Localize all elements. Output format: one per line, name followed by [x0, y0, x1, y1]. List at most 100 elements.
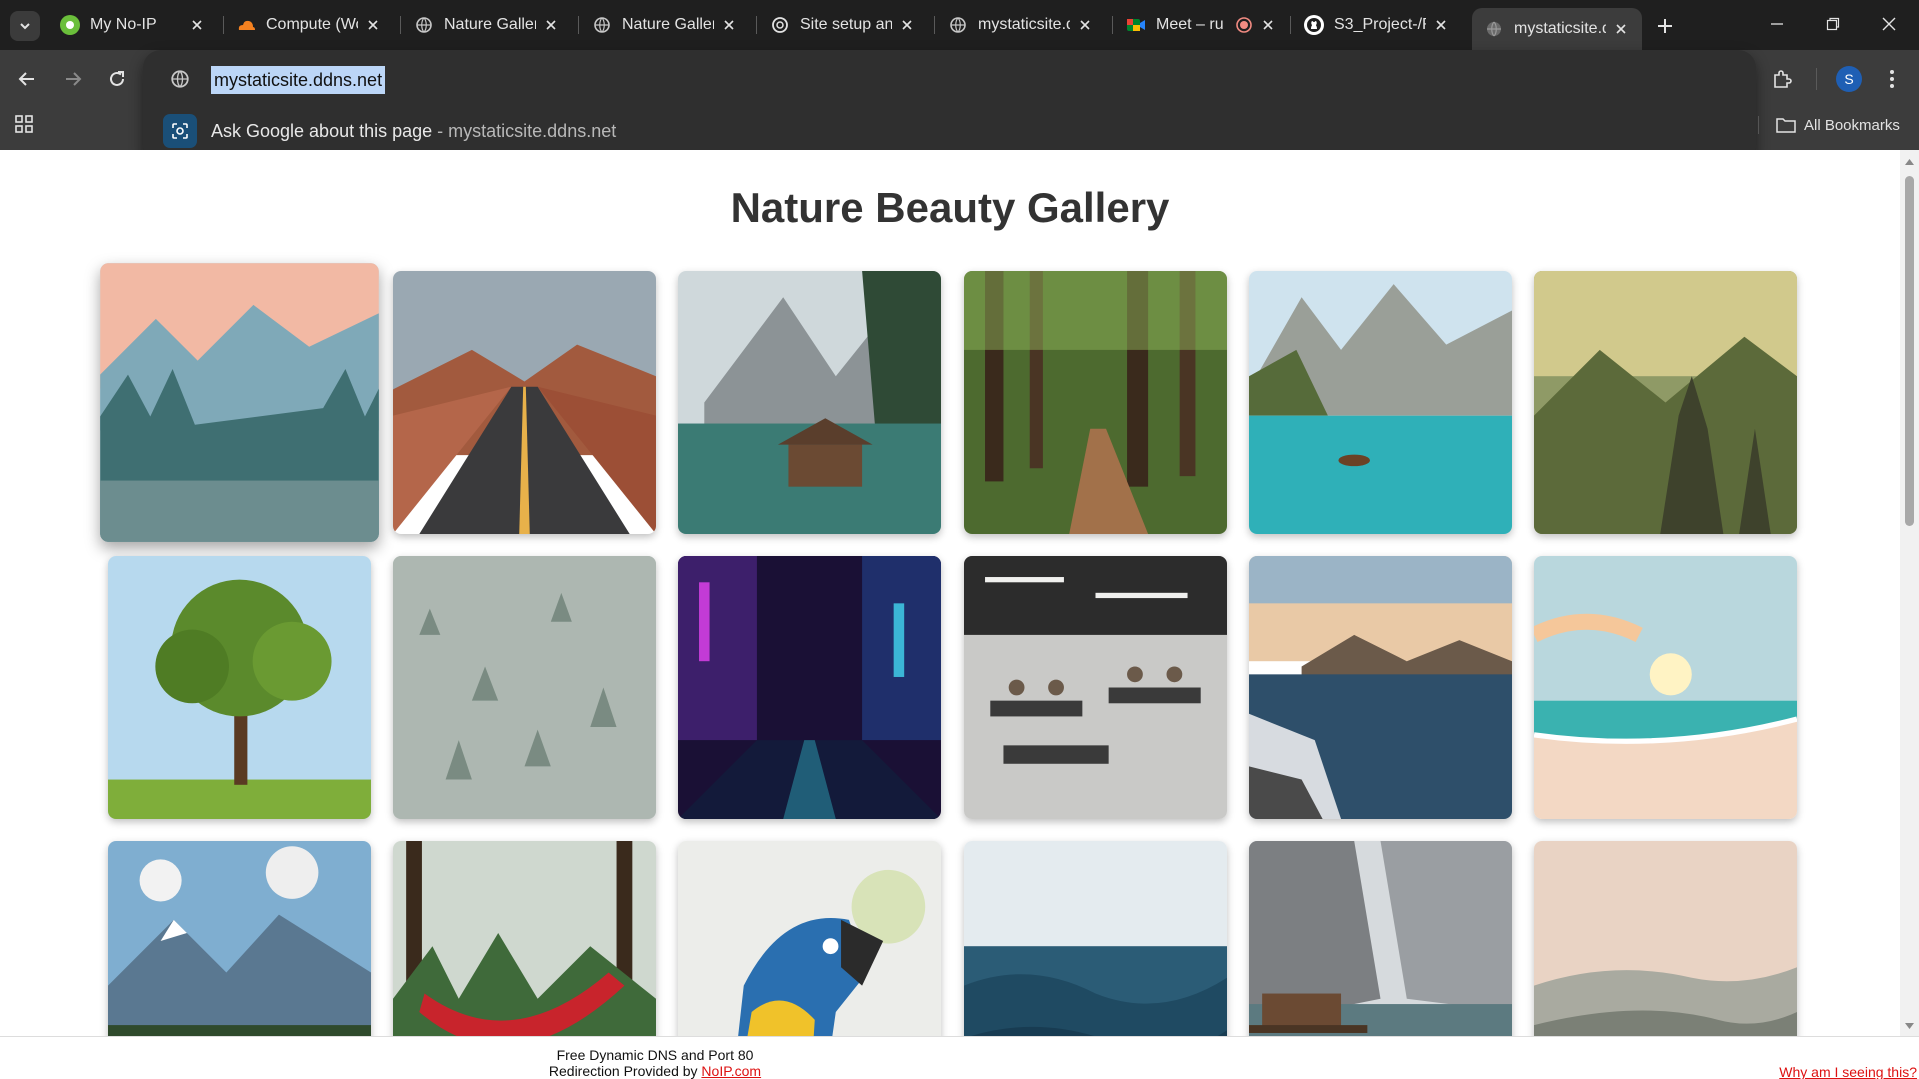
close-icon[interactable]	[188, 16, 206, 34]
beach-sunset-image	[1534, 556, 1797, 819]
desert-road-image	[393, 271, 656, 534]
site-info-icon[interactable]	[169, 68, 191, 90]
close-icon[interactable]	[542, 16, 560, 34]
gallery-image[interactable]	[108, 841, 371, 1036]
tab-compute[interactable]: Compute (Wo	[224, 8, 394, 42]
ocean-waves-image	[964, 841, 1227, 1036]
close-icon[interactable]	[1259, 16, 1277, 34]
macaw-parrot-image	[678, 841, 941, 1036]
banner-line-2: Redirection Provided by NoIP.com	[540, 1063, 770, 1079]
close-icon[interactable]	[720, 16, 738, 34]
tab-title: mystaticsite.d	[1514, 20, 1606, 37]
apps-button[interactable]	[10, 110, 38, 138]
suggestion-main: Ask Google about this page	[211, 120, 433, 141]
open-office-image	[964, 556, 1227, 819]
gallery-image[interactable]	[678, 556, 941, 819]
gallery-image[interactable]	[964, 556, 1227, 819]
gallery-image[interactable]	[393, 271, 656, 534]
suggestion-text: Ask Google about this page - mystaticsit…	[211, 121, 616, 142]
close-icon[interactable]	[1076, 16, 1094, 34]
banner-line-2-prefix: Redirection Provided by	[548, 1063, 702, 1079]
tab-site-setup[interactable]: Site setup an	[758, 8, 928, 42]
tab-my-noip[interactable]: My No-IP	[48, 8, 218, 42]
minimize-icon	[1771, 23, 1783, 25]
tab-title: Nature Galler	[444, 16, 536, 33]
omnibox-dropdown: mystaticsite.ddns.net Ask Google about t…	[143, 50, 1756, 166]
noip-redirect-banner: Free Dynamic DNS and Port 80 Redirection…	[0, 1036, 1919, 1079]
apps-grid-icon	[15, 115, 33, 133]
neon-city-street-image	[678, 556, 941, 819]
gallery-image[interactable]	[1534, 556, 1797, 819]
forward-button[interactable]	[56, 62, 90, 96]
tab-github[interactable]: S3_Project-/R	[1292, 8, 1462, 42]
gallery-image[interactable]	[964, 841, 1227, 1036]
gallery-image[interactable]	[1534, 841, 1797, 1036]
close-icon[interactable]	[1612, 20, 1630, 38]
why-seeing-this-link[interactable]: Why am I seeing this?	[1779, 1064, 1917, 1079]
cliff-lake-dock-image	[1249, 841, 1512, 1036]
gallery-image[interactable]	[1249, 271, 1512, 534]
lone-tree-image	[108, 556, 371, 819]
extensions-button[interactable]	[1765, 62, 1799, 96]
globe-icon	[592, 15, 612, 35]
tab-title: Meet – ru	[1156, 16, 1224, 33]
close-icon[interactable]	[364, 16, 382, 34]
hammock-forest-image	[393, 841, 656, 1036]
reload-icon	[110, 71, 124, 86]
gallery-image[interactable]	[393, 841, 656, 1036]
page-viewport: Nature Beauty Gallery	[0, 150, 1900, 1036]
gallery-image[interactable]	[678, 271, 941, 534]
tab-title: mystaticsite.d	[978, 16, 1070, 33]
gallery-image[interactable]	[678, 841, 941, 1036]
tab-title: Compute (Wo	[266, 16, 358, 33]
reload-button[interactable]	[100, 62, 134, 96]
tab-strip: My No-IP Compute (Wo Nature Galler Natur…	[0, 0, 1919, 50]
tab-search-button[interactable]	[10, 11, 40, 41]
all-bookmarks-label: All Bookmarks	[1804, 116, 1900, 134]
rocky-coast-image	[1249, 556, 1512, 819]
address-bar-input[interactable]: mystaticsite.ddns.net	[211, 66, 386, 94]
gallery-image[interactable]	[964, 271, 1227, 534]
hazy-hills-image	[1534, 841, 1797, 1036]
arrow-left-icon	[18, 72, 34, 86]
globe-icon	[1484, 19, 1504, 39]
gallery-image[interactable]	[1249, 556, 1512, 819]
gallery-image[interactable]	[108, 556, 371, 819]
tab-title: Nature Galler	[622, 16, 714, 33]
scroll-up-icon[interactable]	[1904, 156, 1915, 167]
suggestion-url: mystaticsite.ddns.net	[448, 120, 617, 141]
puzzle-icon	[1774, 70, 1792, 88]
tab-mystaticsite-active[interactable]: mystaticsite.d	[1472, 8, 1642, 50]
close-icon[interactable]	[1432, 16, 1450, 34]
tab-nature-gallery-1[interactable]: Nature Galler	[402, 8, 572, 42]
foggy-forest-image	[393, 556, 656, 819]
minimize-button[interactable]	[1754, 6, 1800, 42]
noip-favicon-icon	[60, 15, 80, 35]
scroll-down-icon[interactable]	[1904, 1020, 1915, 1031]
tab-nature-gallery-2[interactable]: Nature Galler	[580, 8, 750, 42]
tab-mystaticsite-1[interactable]: mystaticsite.d	[936, 8, 1106, 42]
gallery-image[interactable]	[393, 556, 656, 819]
new-tab-button[interactable]	[1650, 11, 1680, 41]
scrollbar[interactable]	[1900, 150, 1919, 1036]
menu-button[interactable]	[1880, 62, 1904, 96]
omnibox-suggestion-ask-google[interactable]: Ask Google about this page - mystaticsit…	[143, 108, 1756, 154]
all-bookmarks-button[interactable]: All Bookmarks	[1776, 113, 1900, 137]
noip-link[interactable]: NoIP.com	[701, 1063, 761, 1079]
gallery-image[interactable]	[1534, 271, 1797, 534]
tab-title: My No-IP	[90, 16, 157, 33]
misty-mountain-peaks-image	[1534, 271, 1797, 534]
gallery-image[interactable]	[1249, 841, 1512, 1036]
close-icon[interactable]	[898, 16, 916, 34]
forest-path-image	[964, 271, 1227, 534]
back-button[interactable]	[10, 62, 44, 96]
restore-button[interactable]	[1810, 6, 1856, 42]
banner-line-1: Free Dynamic DNS and Port 80	[556, 1047, 754, 1063]
tab-meet[interactable]: Meet – ru	[1114, 8, 1289, 42]
close-window-button[interactable]	[1866, 6, 1912, 42]
scrollbar-thumb[interactable]	[1905, 176, 1914, 526]
profile-avatar[interactable]: S	[1836, 66, 1862, 92]
gallery-image[interactable]	[100, 263, 379, 542]
google-lens-icon	[163, 114, 197, 148]
globe-icon	[414, 15, 434, 35]
